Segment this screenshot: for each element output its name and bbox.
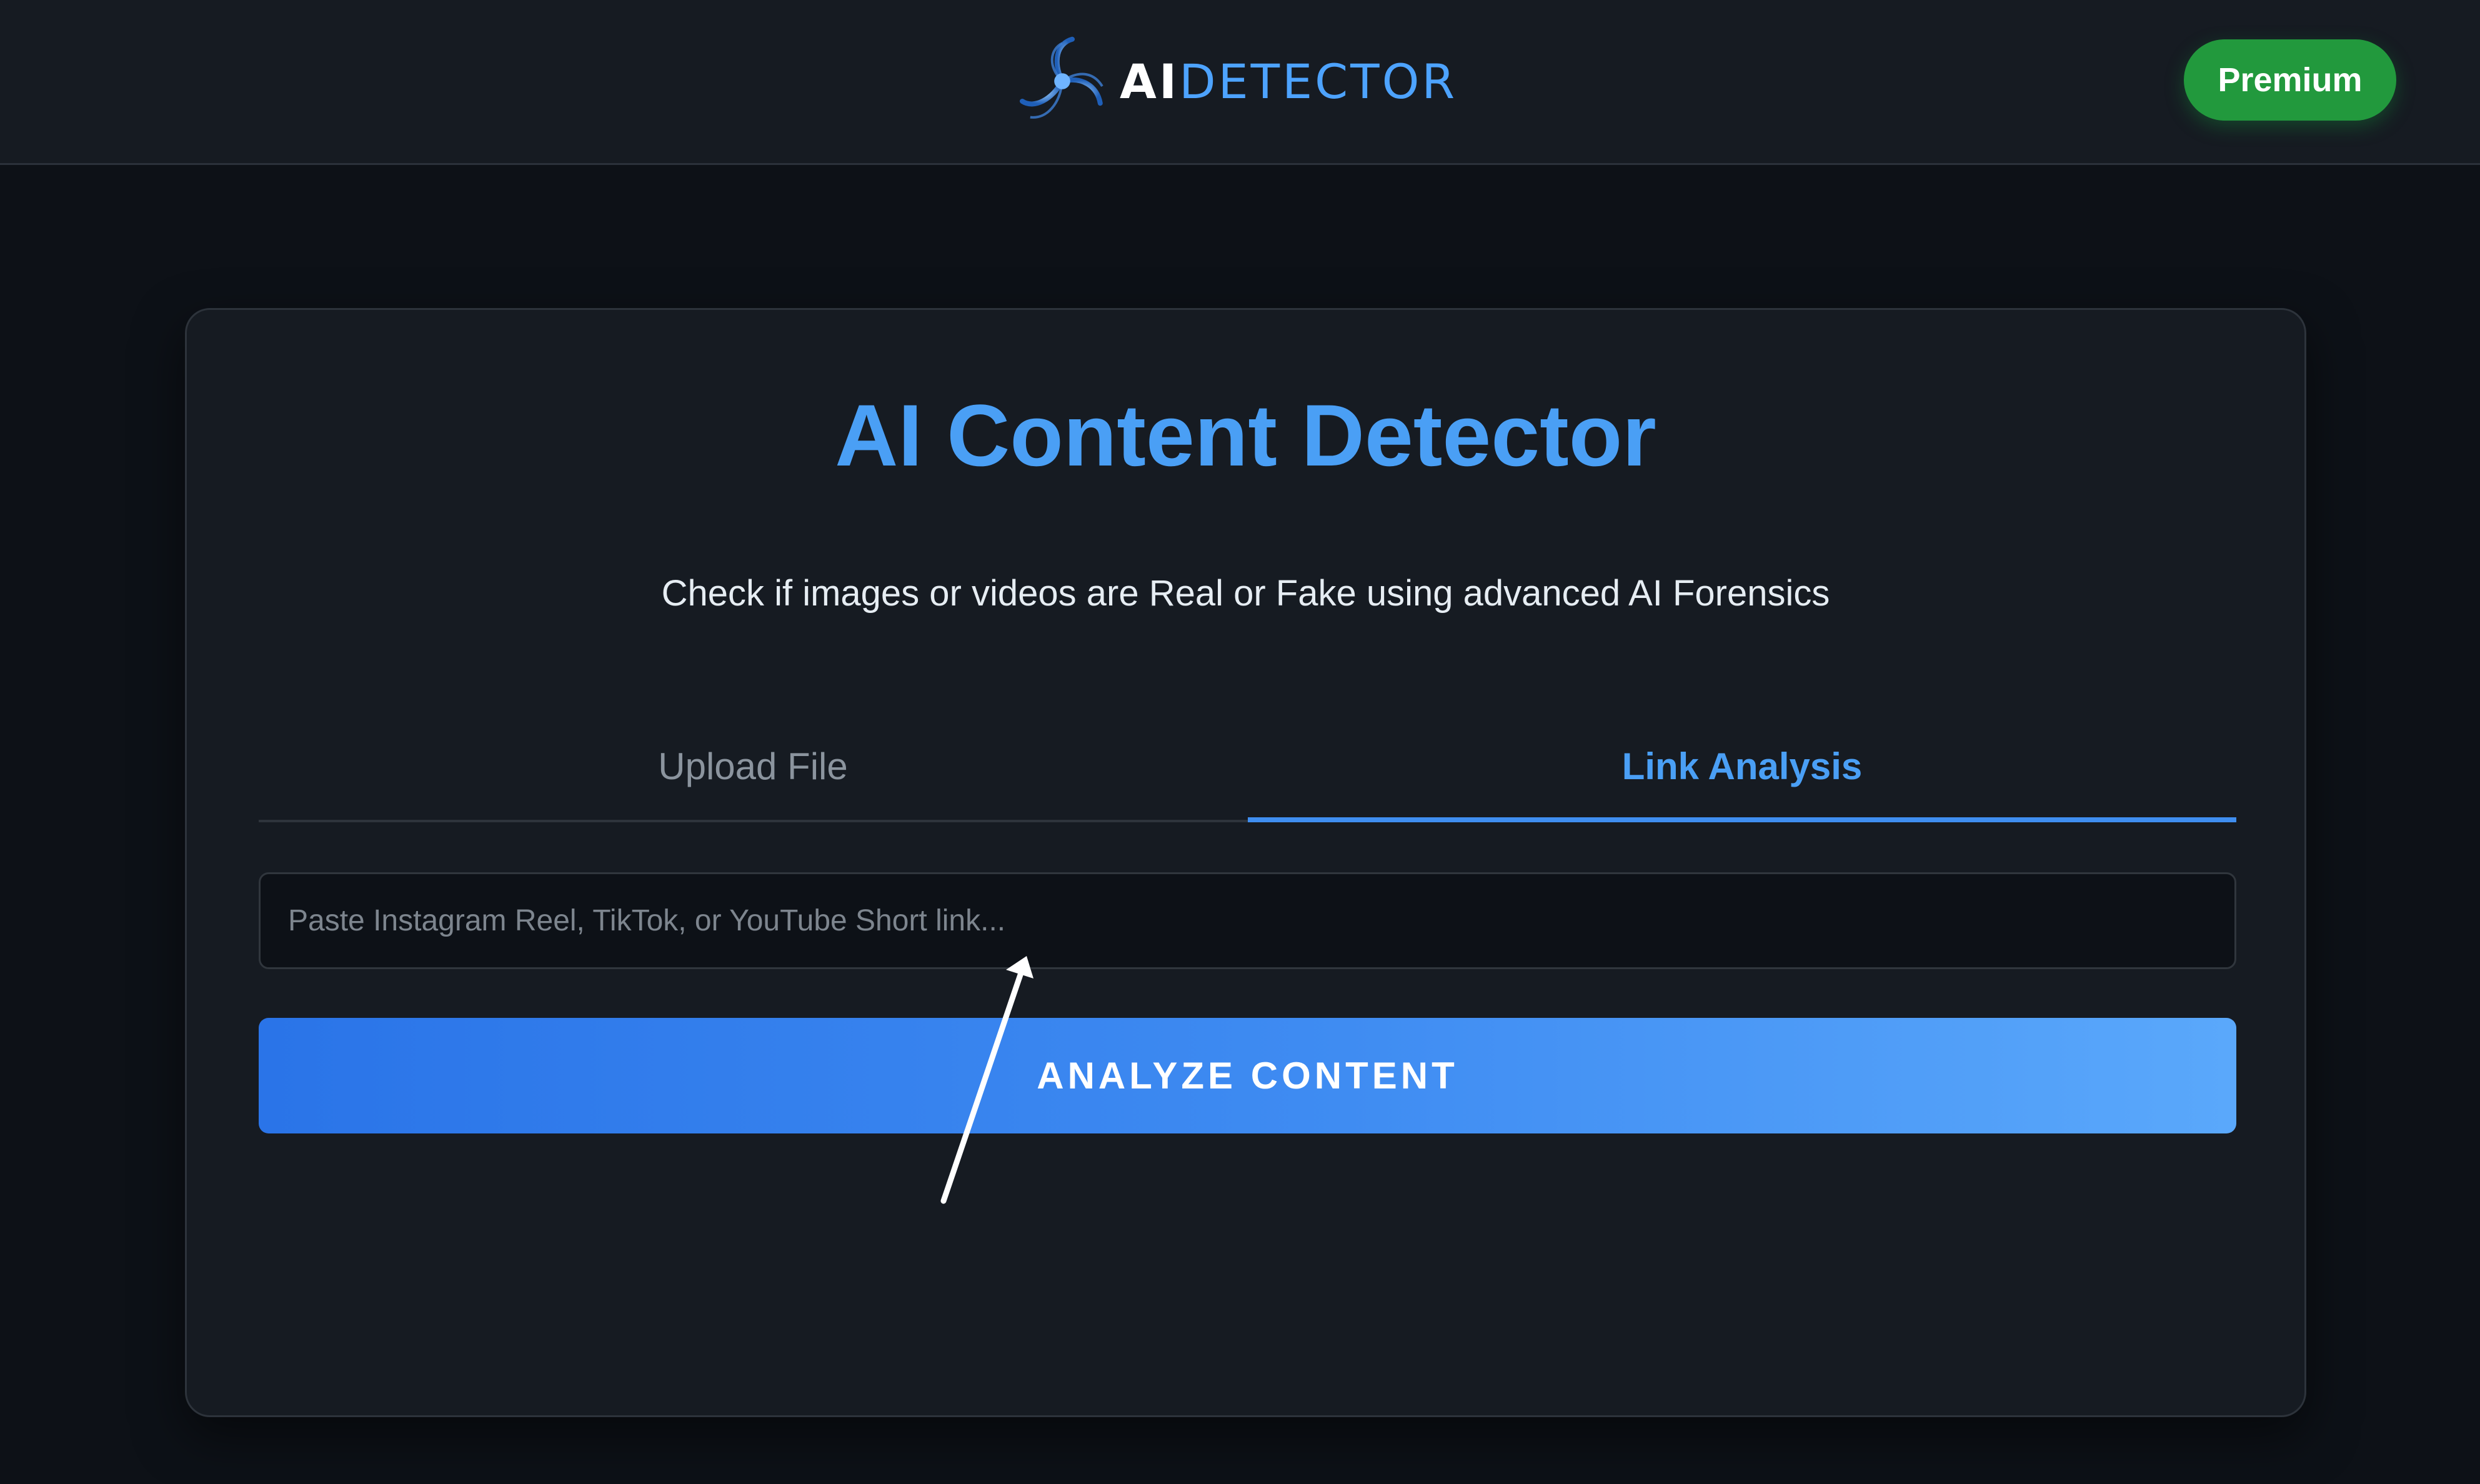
brand-name: AIDETECTOR: [1120, 54, 1457, 109]
tab-upload-file[interactable]: Upload File: [259, 710, 1247, 822]
page-subtitle: Check if images or videos are Real or Fa…: [661, 573, 1830, 614]
tab-link-analysis[interactable]: Link Analysis: [1248, 710, 2236, 822]
analyze-content-button[interactable]: ANALYZE CONTENT: [259, 1018, 2236, 1133]
premium-button[interactable]: Premium: [2184, 39, 2396, 121]
ai-detector-logo-icon: [1020, 36, 1103, 119]
brand-name-detector: DETECTOR: [1179, 53, 1458, 109]
active-tab-indicator: [1248, 817, 2236, 822]
brand-name-ai: AI: [1120, 53, 1180, 109]
app-header: AIDETECTOR Premium: [0, 0, 2480, 165]
page-title: AI Content Detector: [835, 386, 1656, 484]
mode-tabs: Upload File Link Analysis: [259, 710, 2236, 822]
detector-card: AI Content Detector Check if images or v…: [185, 308, 2306, 1417]
brand-logo[interactable]: AIDETECTOR: [1012, 31, 1457, 131]
link-input[interactable]: [259, 872, 2236, 969]
